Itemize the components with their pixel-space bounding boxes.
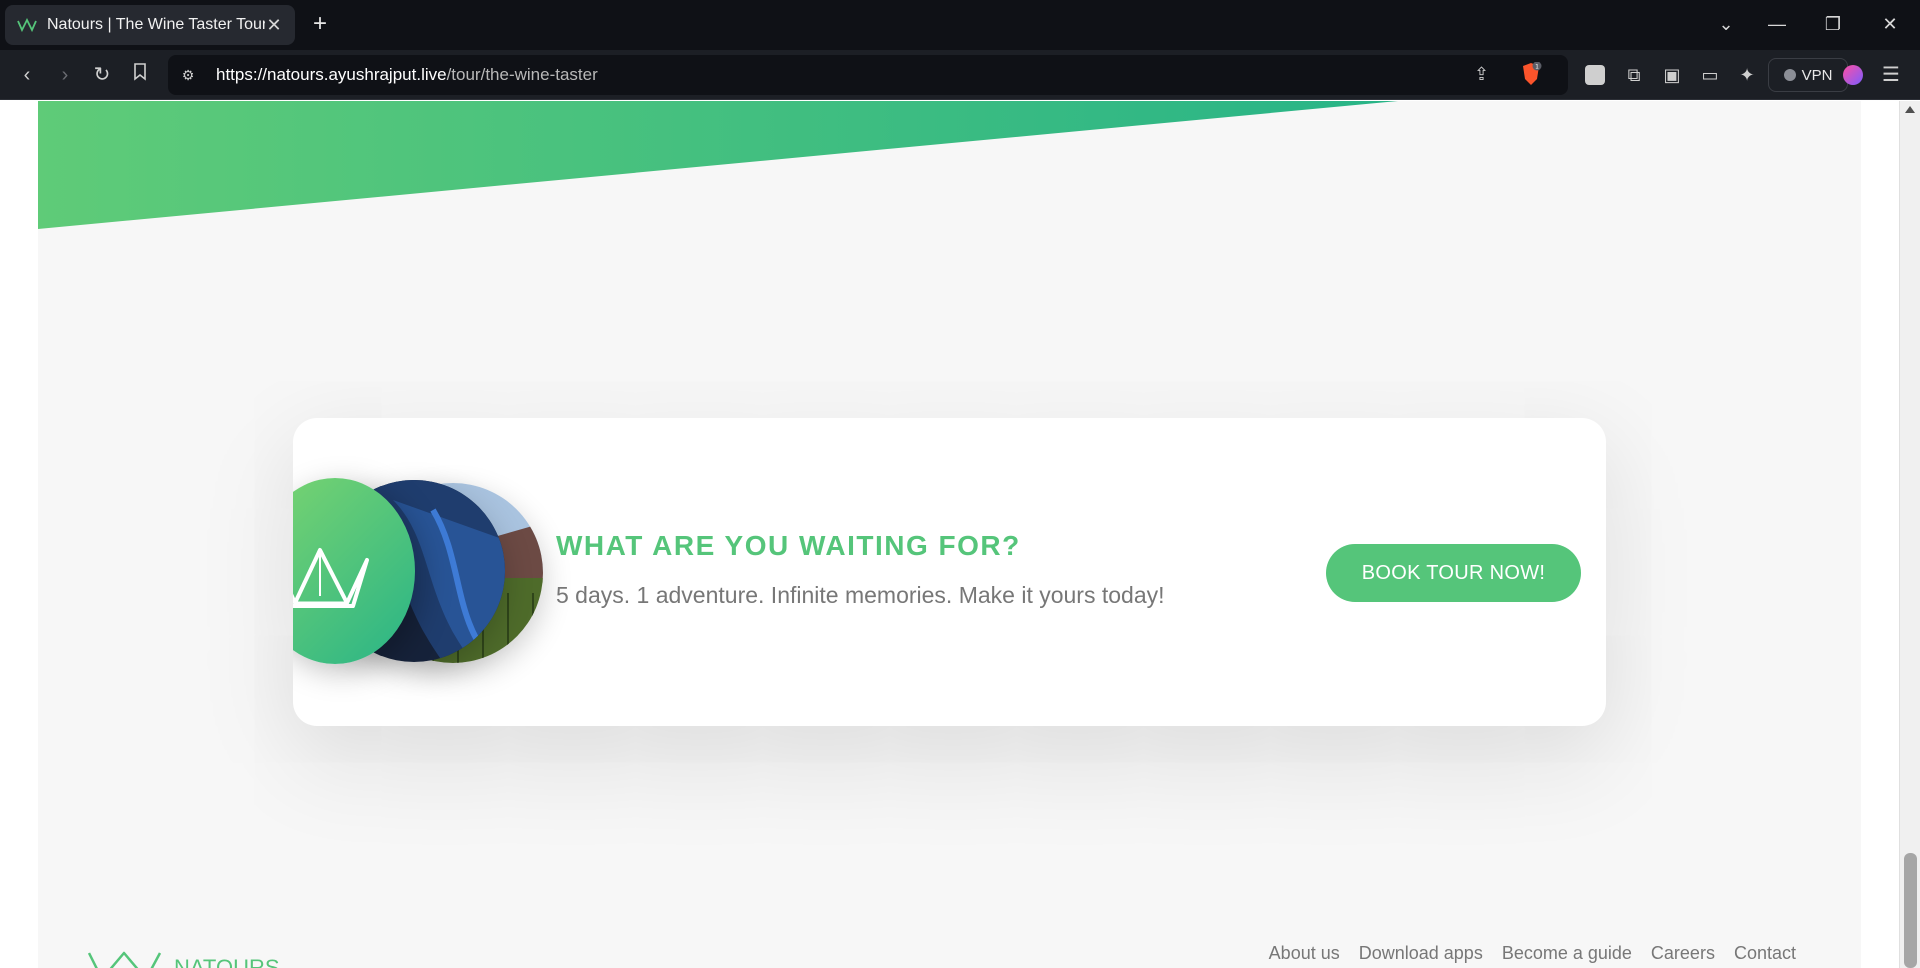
site-settings-icon[interactable]: ⚙ <box>168 67 208 84</box>
tab-list-chevron-icon[interactable]: ⌄ <box>1714 12 1738 36</box>
footer-natours-logo: NATOURS <box>87 951 280 968</box>
section-green-slant <box>38 101 1398 229</box>
footer-link-become-guide[interactable]: Become a guide <box>1502 943 1632 964</box>
address-bar[interactable]: ⚙ https://natours.ayushrajput.live/tour/… <box>168 55 1568 95</box>
cta-heading: WHAT ARE YOU WAITING FOR? <box>556 530 1021 561</box>
minimize-icon[interactable]: — <box>1765 12 1789 36</box>
vpn-label: VPN <box>1801 66 1833 84</box>
new-tab-icon[interactable]: + <box>313 12 327 36</box>
bookmark-glyph <box>134 63 146 81</box>
footer-logo-text: NATOURS <box>174 955 280 968</box>
cta-images <box>293 478 543 668</box>
brave-badge-count: 1 <box>1535 64 1539 71</box>
forward-icon[interactable]: › <box>52 62 78 88</box>
footer-link-about[interactable]: About us <box>1269 943 1340 964</box>
url-path: /tour/the-wine-taster <box>446 65 598 84</box>
url-text[interactable]: https://natours.ayushrajput.live/tour/th… <box>208 65 598 85</box>
vpn-button[interactable]: VPN <box>1768 58 1848 92</box>
scrollbar-thumb[interactable] <box>1904 853 1917 968</box>
footer-link-contact[interactable]: Contact <box>1734 943 1796 964</box>
brave-shields-icon[interactable]: 1 <box>1520 62 1542 86</box>
back-icon[interactable]: ‹ <box>14 62 40 88</box>
wallet-icon[interactable]: ▭ <box>1698 63 1722 87</box>
tab-title: Natours | The Wine Taster Tour <box>47 16 265 33</box>
book-tour-button[interactable]: BOOK TOUR NOW! <box>1326 544 1581 602</box>
scroll-up-arrow-icon[interactable] <box>1905 106 1915 113</box>
extensions-icon[interactable]: ⧉ <box>1622 63 1646 87</box>
tab-active[interactable]: Natours | The Wine Taster Tour ✕ <box>5 5 295 45</box>
sidebar-icon[interactable]: ▣ <box>1660 63 1684 87</box>
natours-favicon-icon <box>17 18 37 32</box>
profile-avatar[interactable] <box>1843 65 1863 85</box>
vpn-status-icon <box>1783 69 1796 81</box>
tab-close-icon[interactable]: ✕ <box>265 15 283 36</box>
close-window-icon[interactable]: ✕ <box>1878 12 1902 36</box>
screenshot-extension-icon[interactable] <box>1585 65 1605 85</box>
cta-card: WHAT ARE YOU WAITING FOR? 5 days. 1 adve… <box>293 418 1606 726</box>
url-host: https://natours.ayushrajput.live <box>216 65 447 84</box>
browser-toolbar: ‹ › ↻ ⚙ https://natours.ayushrajput.live… <box>0 50 1920 100</box>
page-viewport: WHAT ARE YOU WAITING FOR? 5 days. 1 adve… <box>0 101 1920 968</box>
footer-nav: About us Download apps Become a guide Ca… <box>1269 943 1796 964</box>
page-scrollbar[interactable] <box>1899 101 1920 968</box>
menu-icon[interactable]: ☰ <box>1882 62 1900 87</box>
reload-icon[interactable]: ↻ <box>89 62 115 88</box>
bookmark-icon[interactable] <box>127 62 153 88</box>
tab-bar: Natours | The Wine Taster Tour ✕ + ⌄ — ❐… <box>0 0 1920 50</box>
cta-content: WHAT ARE YOU WAITING FOR? 5 days. 1 adve… <box>556 530 1165 609</box>
footer-link-download-apps[interactable]: Download apps <box>1359 943 1483 964</box>
tour-page: WHAT ARE YOU WAITING FOR? 5 days. 1 adve… <box>38 101 1861 968</box>
leo-ai-icon[interactable]: ✦ <box>1735 63 1759 87</box>
cta-text: 5 days. 1 adventure. Infinite memories. … <box>556 582 1165 608</box>
footer-link-careers[interactable]: Careers <box>1651 943 1715 964</box>
restore-icon[interactable]: ❐ <box>1821 12 1845 36</box>
share-icon[interactable]: ⇪ <box>1474 64 1489 85</box>
footer-logo[interactable]: NATOURS <box>87 949 288 968</box>
